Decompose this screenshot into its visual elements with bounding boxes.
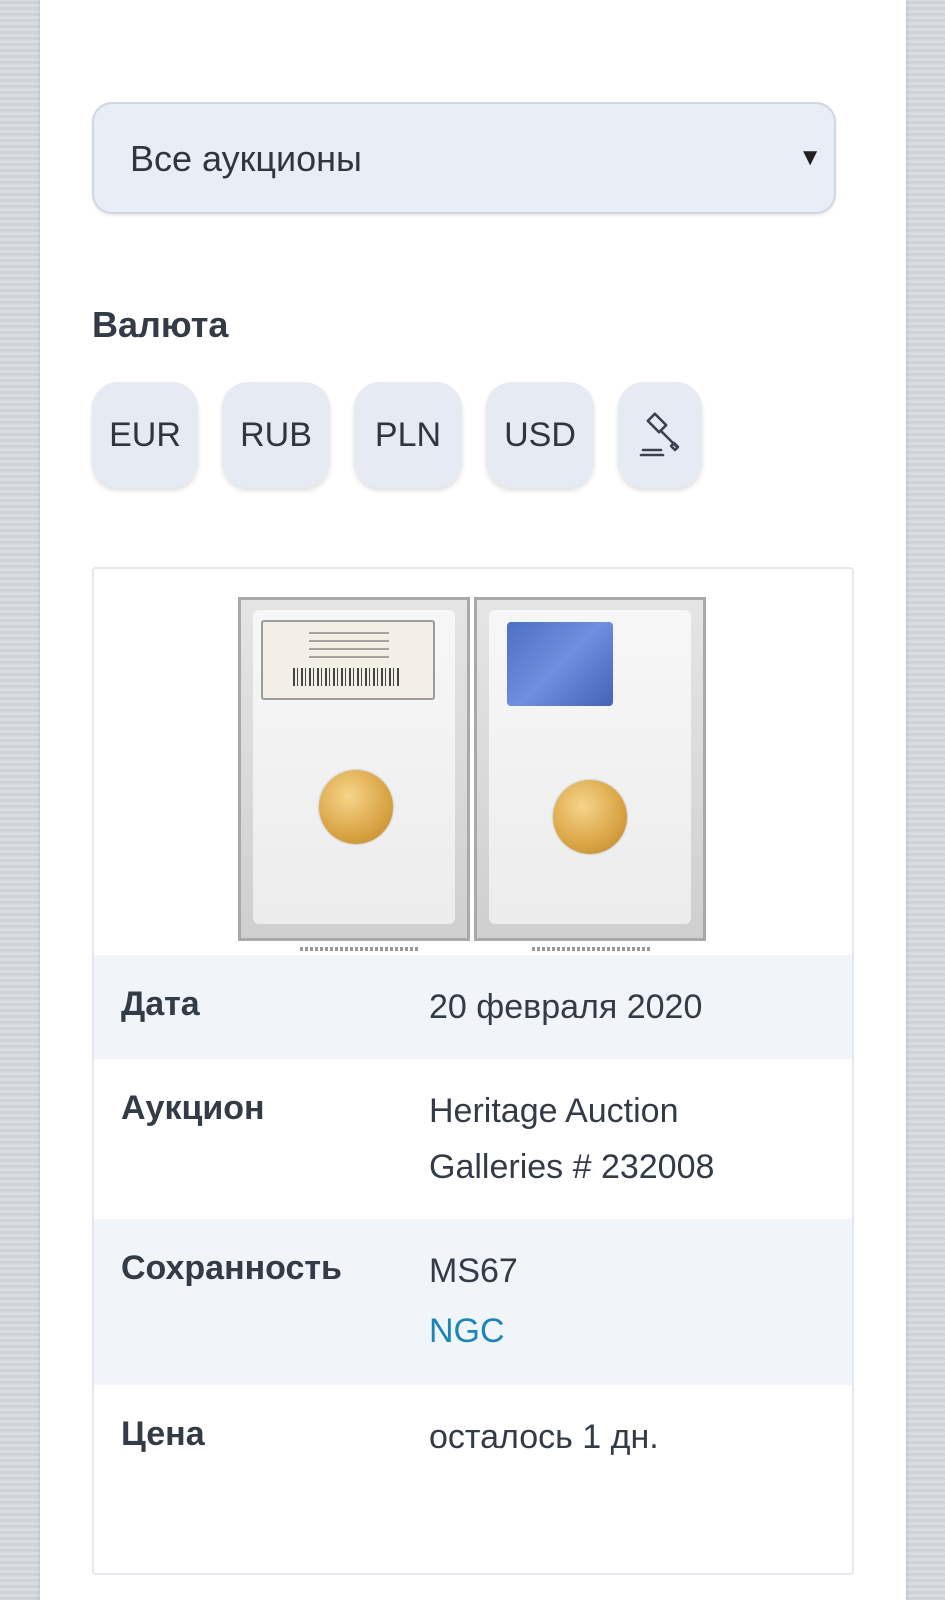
lot-row-price: Цена осталось 1 дн. <box>94 1385 852 1545</box>
currency-chip-pln[interactable]: PLN <box>354 382 462 488</box>
row-label-date: Дата <box>121 985 200 1023</box>
currency-chip-eur[interactable]: EUR <box>92 382 198 488</box>
row-label-price: Цена <box>121 1415 205 1453</box>
auction-gavel-button[interactable] <box>618 382 702 488</box>
row-label-grade: Сохранность <box>121 1249 342 1287</box>
coin-reverse <box>553 780 627 854</box>
row-value-auction: Heritage Auction Galleries # 232008 <box>429 1092 715 1186</box>
currency-chip-rub[interactable]: RUB <box>222 382 330 488</box>
lot-row-grade: Сохранность MS67 NGC <box>94 1219 852 1385</box>
gavel-icon <box>639 412 680 457</box>
filter-panel: Все аукционы ▼ Валюта EUR RUB PLN USD Да… <box>40 0 906 1600</box>
row-value-date: 20 февраля 2020 <box>429 988 703 1026</box>
grading-label <box>261 620 435 700</box>
lot-row-date: Дата 20 февраля 2020 <box>94 955 852 1059</box>
lot-card[interactable]: Дата 20 февраля 2020 Аукцион Heritage Au… <box>92 567 854 1575</box>
coin-obverse <box>319 770 393 844</box>
coin-slab-obverse <box>238 597 470 941</box>
auction-select[interactable]: Все аукционы ▼ <box>92 102 836 214</box>
left-backdrop <box>0 0 40 1600</box>
coin-slab-reverse <box>474 597 706 941</box>
auction-select-value: Все аукционы <box>130 138 362 179</box>
ngc-hologram <box>507 622 613 706</box>
currency-chip-usd[interactable]: USD <box>486 382 594 488</box>
row-value-grade: MS67 <box>429 1252 518 1290</box>
lot-row-auction: Аукцион Heritage Auction Galleries # 232… <box>94 1059 852 1219</box>
ngc-link[interactable]: NGC <box>429 1303 829 1359</box>
currency-heading: Валюта <box>92 304 229 345</box>
right-backdrop <box>906 0 945 1600</box>
row-label-auction: Аукцион <box>121 1089 265 1127</box>
chevron-down-icon: ▼ <box>798 144 822 171</box>
coin-photo[interactable] <box>238 597 714 951</box>
row-value-price: осталось 1 дн. <box>429 1418 659 1456</box>
